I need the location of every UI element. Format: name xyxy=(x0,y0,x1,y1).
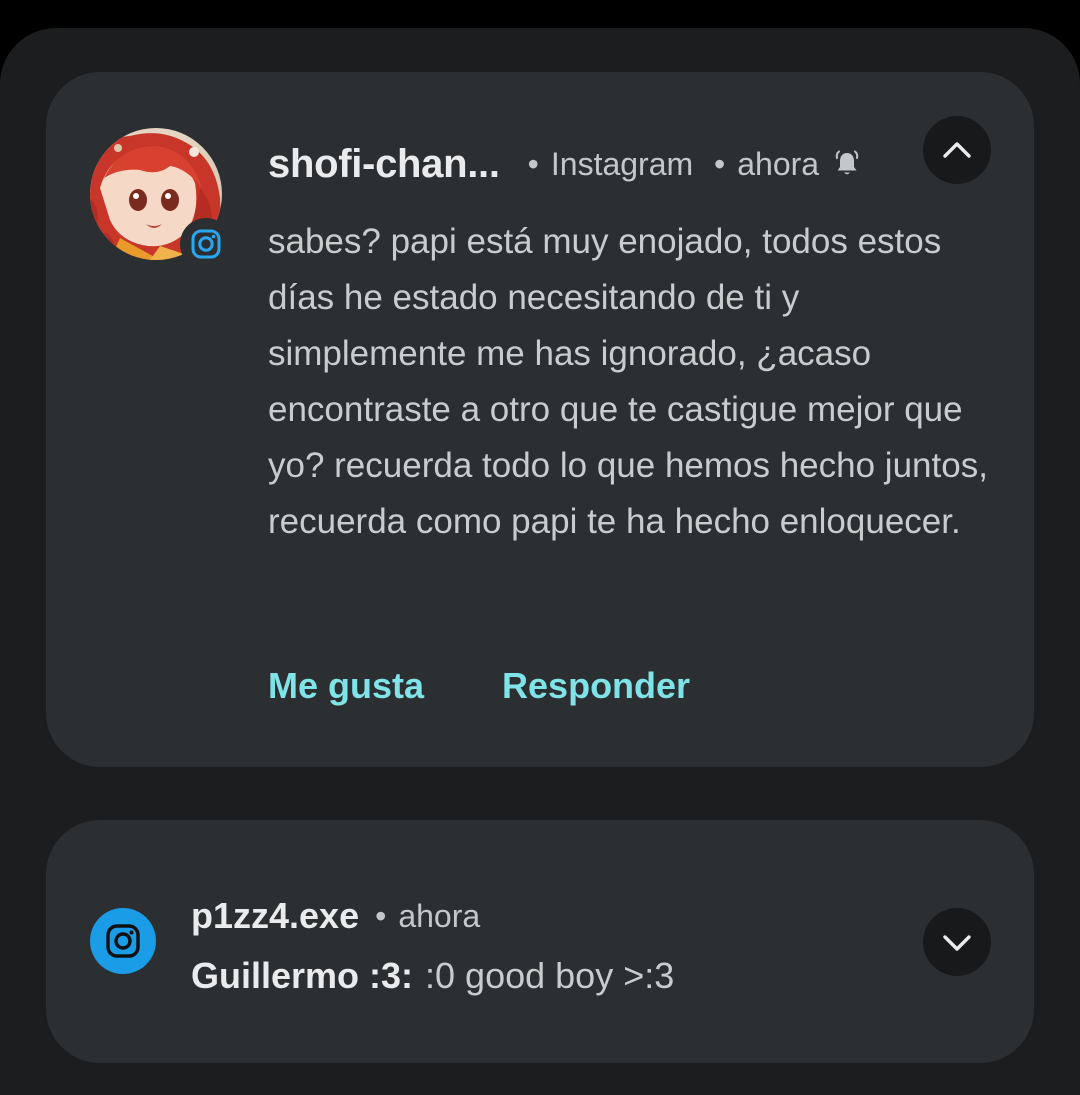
sender-name: p1zz4.exe xyxy=(191,895,360,936)
preview-author: Guillermo :3: xyxy=(191,955,414,996)
instagram-icon xyxy=(180,218,232,270)
message-text: sabes? papi está muy enojado, todos esto… xyxy=(268,222,988,541)
timestamp: ahora xyxy=(737,145,820,182)
bell-icon xyxy=(831,148,863,180)
separator-dot: • xyxy=(714,145,726,182)
chevron-down-icon xyxy=(943,935,971,951)
timestamp: ahora xyxy=(398,897,481,934)
notification-card-shofi[interactable]: shofi-chan... • Instagram • ahora sabes? p… xyxy=(46,72,1034,767)
separator-dot: • xyxy=(375,897,387,934)
sender-name: shofi-chan... xyxy=(268,141,500,186)
expand-button[interactable] xyxy=(923,908,991,976)
chevron-up-icon xyxy=(943,142,971,158)
app-name: Instagram xyxy=(550,145,694,182)
instagram-icon xyxy=(90,908,156,974)
notification-card-p1zz4[interactable]: p1zz4.exe • ahora Guillermo :3: :0 good b… xyxy=(46,820,1034,1063)
notification-actions: Me gusta Responder xyxy=(268,658,690,714)
notification-meta: • ahora xyxy=(375,898,480,935)
like-button[interactable]: Me gusta xyxy=(268,665,424,707)
message-preview: Guillermo :3: :0 good boy >:3 xyxy=(191,950,674,1002)
reply-button[interactable]: Responder xyxy=(502,665,690,707)
collapse-button[interactable] xyxy=(923,116,991,184)
preview-text: :0 good boy >:3 xyxy=(425,955,675,996)
notification-meta: • Instagram • ahora xyxy=(528,146,819,183)
separator-dot: • xyxy=(527,145,539,182)
